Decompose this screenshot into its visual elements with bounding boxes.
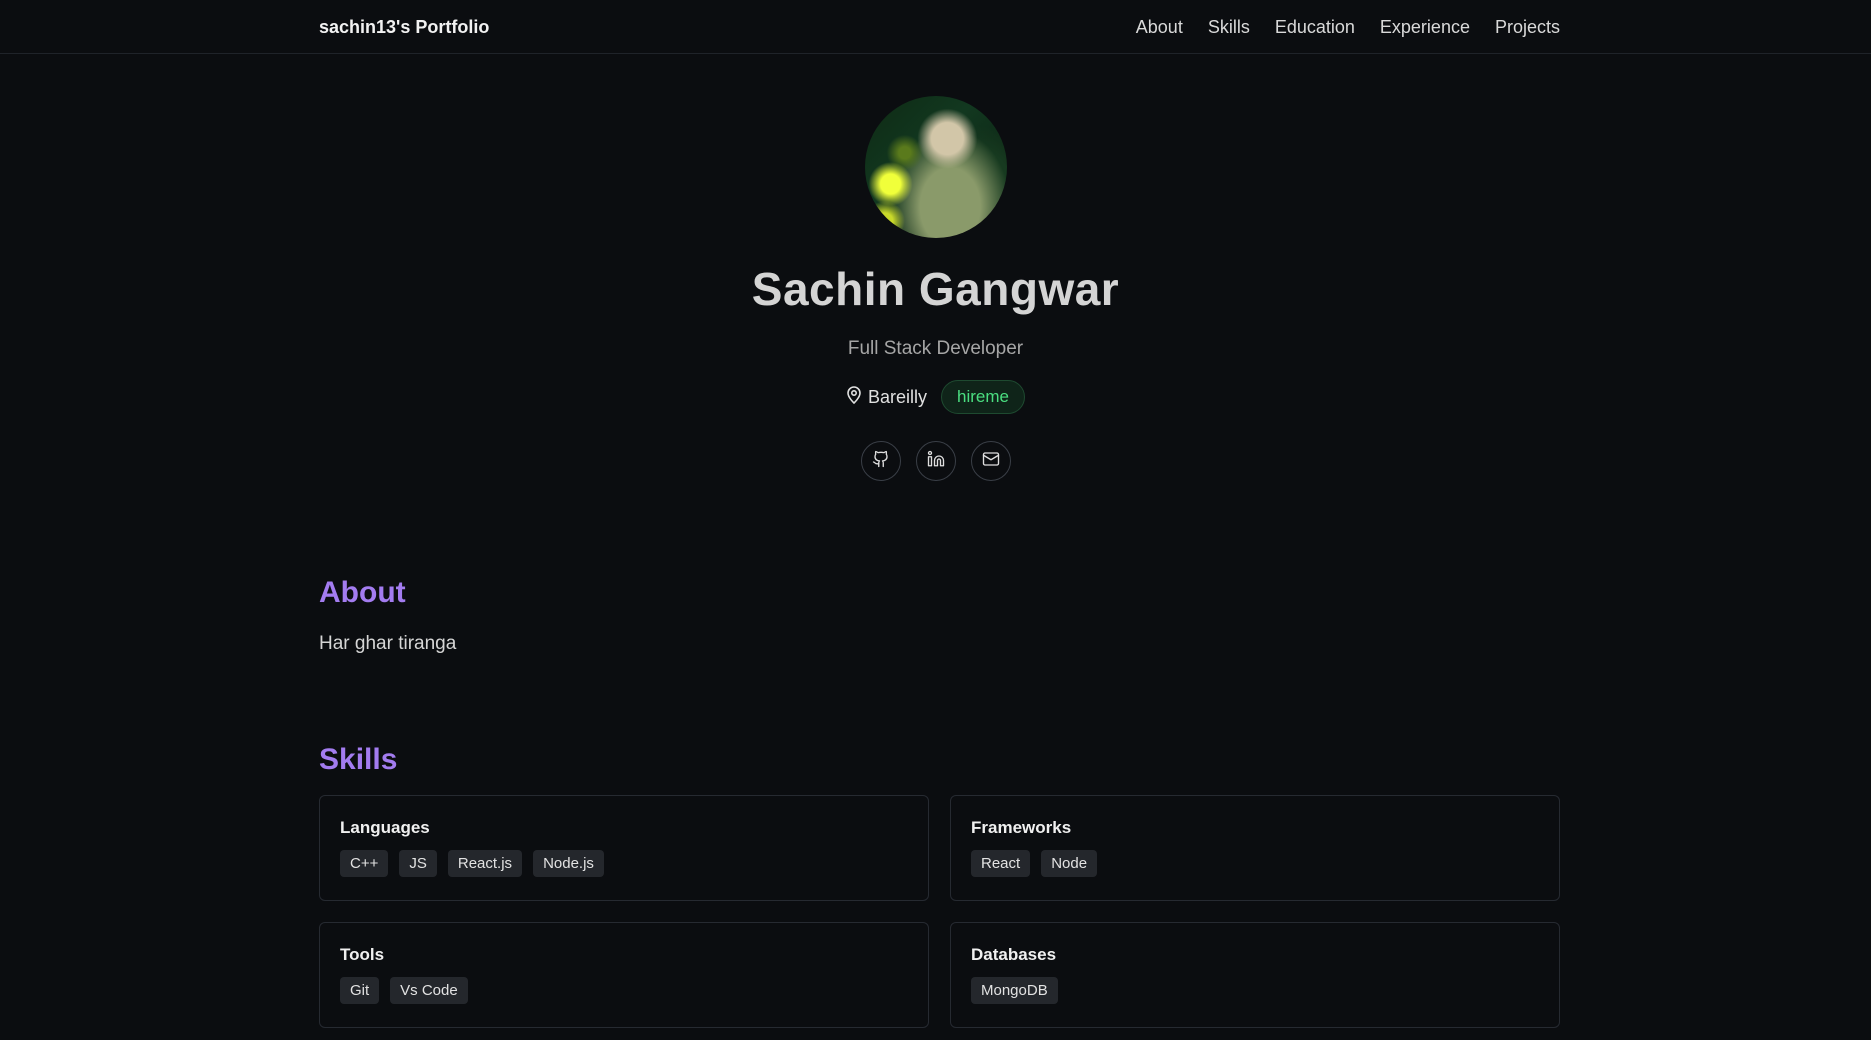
nav-links: About Skills Education Experience Projec… [1136,17,1560,38]
skill-chips: Git Vs Code [340,977,908,1004]
nav-link-experience[interactable]: Experience [1380,17,1470,38]
skill-card-title: Databases [971,945,1057,964]
top-navbar: sachin13's Portfolio About Skills Educat… [0,0,1871,54]
skill-chip: Vs Code [390,977,468,1004]
skills-heading: Skills [319,743,398,776]
about-heading: About [319,576,406,609]
avatar [864,96,1007,238]
skill-card-title: Languages [340,818,430,837]
brand-logo-text[interactable]: sachin13's Portfolio [319,17,489,38]
linkedin-button[interactable] [915,441,956,481]
skill-chip: React [971,850,1031,877]
email-button[interactable] [970,441,1011,481]
skill-chip: C++ [340,850,389,877]
nav-link-about[interactable]: About [1136,17,1183,38]
skill-card-databases: Databases MongoDB [950,922,1560,1028]
profile-role: Full Stack Developer [847,338,1024,359]
location-text: Bareilly [868,386,928,407]
hireme-badge: hireme [941,380,1025,414]
skill-card-tools: Tools Git Vs Code [319,922,929,1028]
skill-card-frameworks: Frameworks React Node [950,795,1560,901]
skill-chip: JS [399,850,437,877]
github-icon [872,450,890,473]
nav-link-education[interactable]: Education [1275,17,1355,38]
about-text: Har ghar tiranga [319,633,457,654]
map-pin-icon [846,385,862,409]
skill-chip: Git [340,977,380,1004]
linkedin-icon [927,450,945,473]
location-row: Bareilly hireme [846,380,1025,414]
profile-name: Sachin Gangwar [751,263,1120,315]
social-links [860,441,1011,481]
skill-card-title: Tools [340,945,385,964]
nav-link-skills[interactable]: Skills [1208,17,1250,38]
skill-chip: MongoDB [971,977,1058,1004]
skill-chips: C++ JS React.js Node.js [340,850,908,877]
skill-chip: React.js [447,850,523,877]
github-button[interactable] [860,441,901,481]
mail-icon [982,450,1000,473]
skill-card-title: Frameworks [971,818,1072,837]
nav-link-projects[interactable]: Projects [1495,17,1560,38]
skill-card-languages: Languages C++ JS React.js Node.js [319,795,929,901]
skill-chip: Node [1041,850,1098,877]
hero-section: Sachin Gangwar Full Stack Developer Bare… [0,96,1871,481]
skill-chip: Node.js [533,850,604,877]
location: Bareilly [846,385,928,409]
skill-chips: MongoDB [971,977,1539,1004]
navbar-inner: sachin13's Portfolio About Skills Educat… [319,0,1560,54]
skill-chips: React Node [971,850,1539,877]
